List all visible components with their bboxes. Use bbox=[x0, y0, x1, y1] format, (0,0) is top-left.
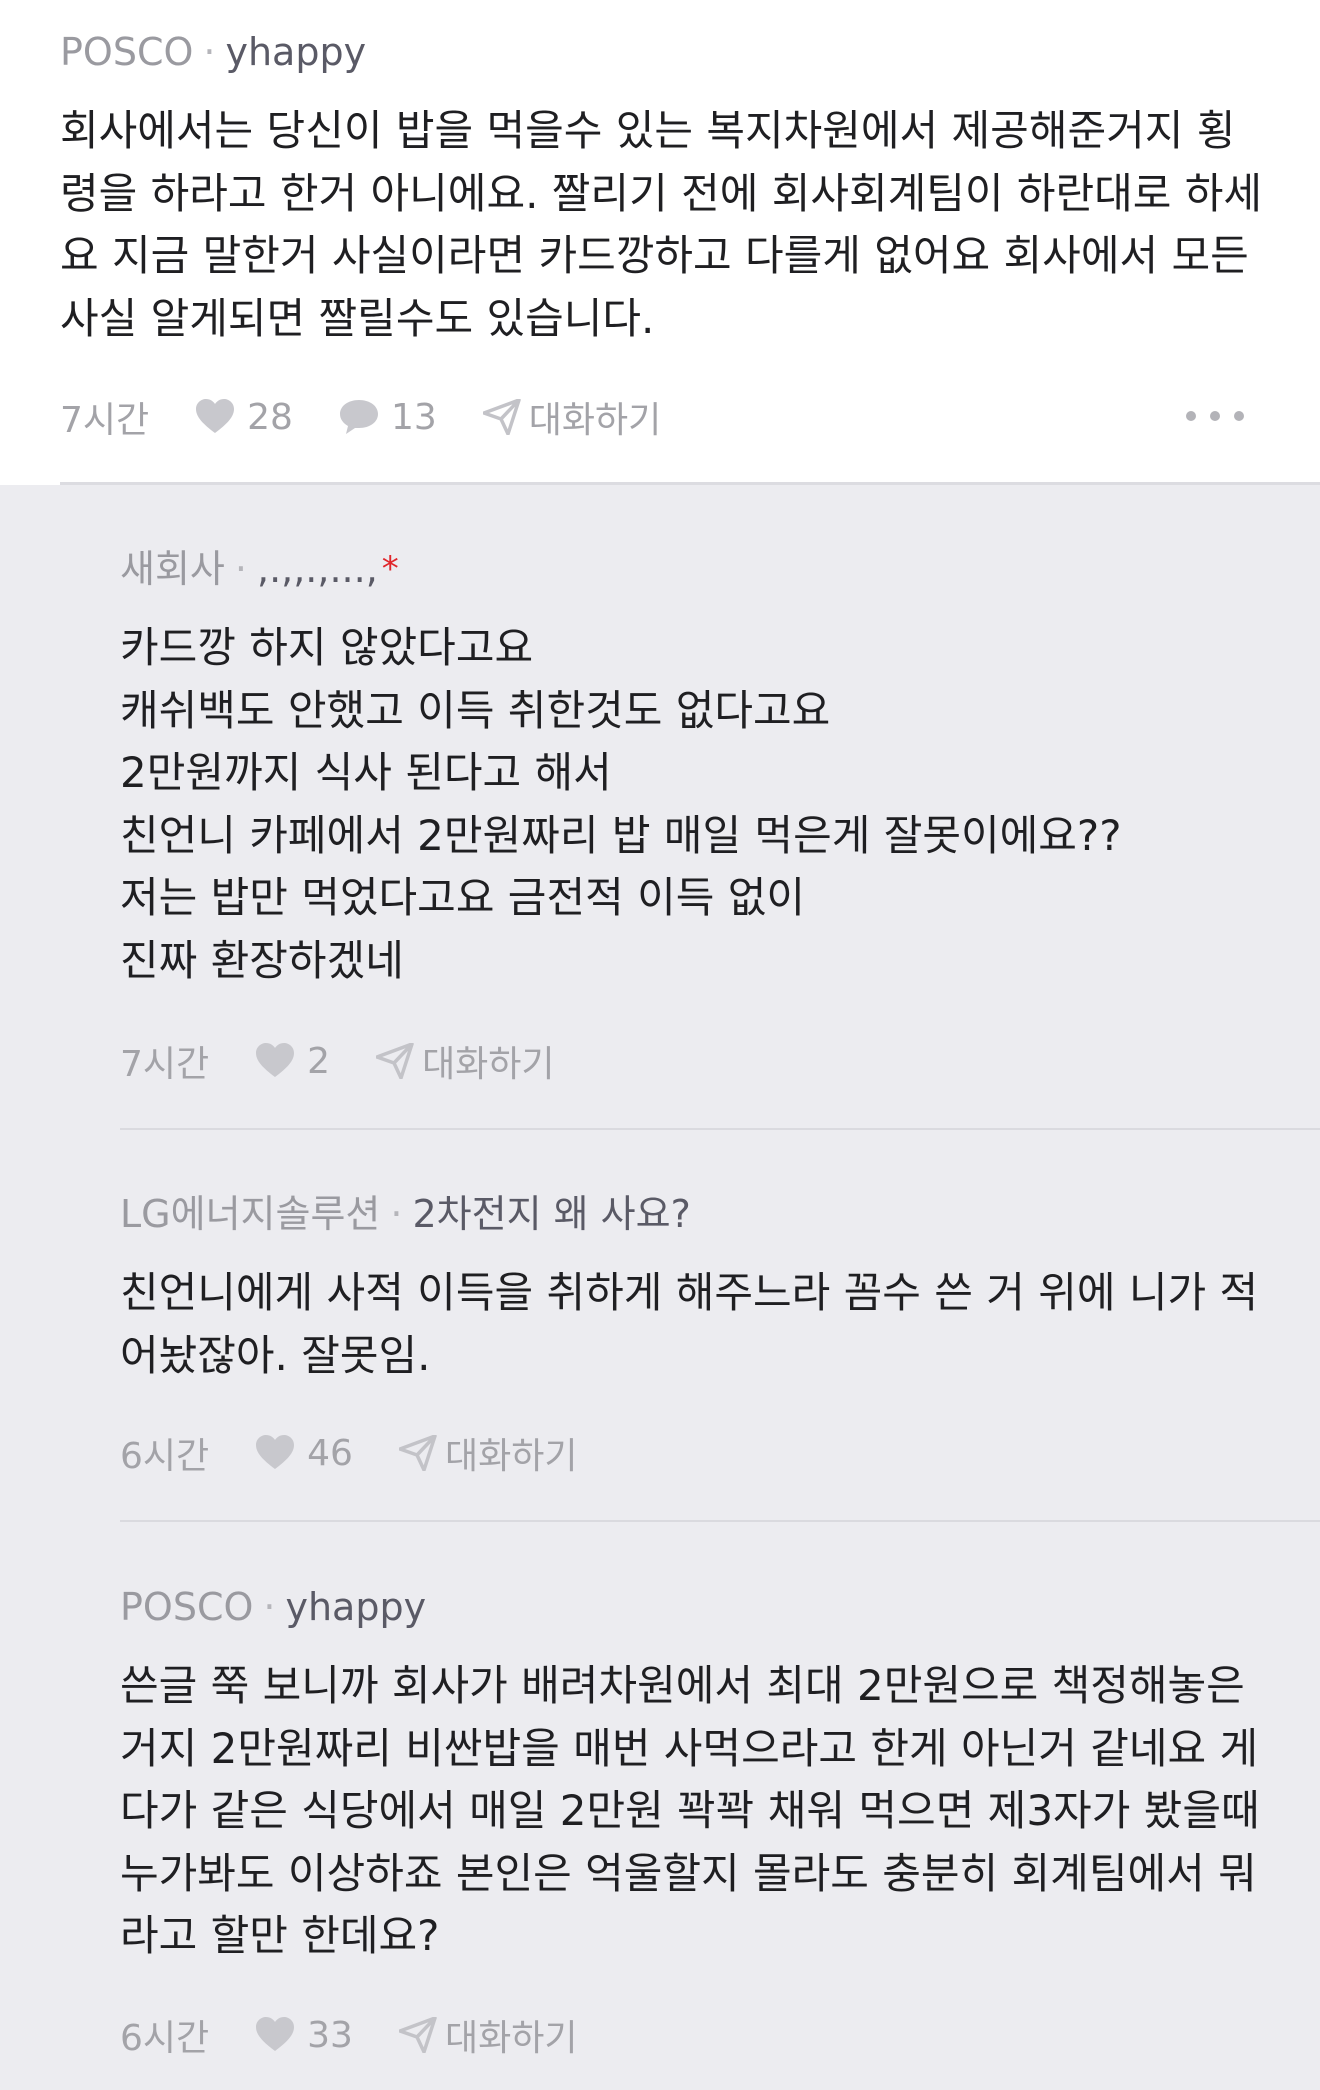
like-button[interactable]: 46 bbox=[255, 1433, 353, 1474]
reply-button[interactable]: 대화하기 bbox=[376, 1035, 555, 1087]
comment-actions: 6시간 46 대화하기 bbox=[120, 1428, 577, 1478]
paper-plane-icon bbox=[376, 1043, 414, 1079]
more-options-button[interactable] bbox=[1186, 396, 1244, 436]
like-count: 28 bbox=[247, 396, 293, 438]
like-count: 2 bbox=[307, 1040, 331, 1082]
author-marker: * bbox=[381, 549, 399, 589]
paper-plane-icon bbox=[398, 1435, 437, 1471]
comment-body: 쓴글 쭉 보니까 회사가 배려차원에서 최대 2만원으로 책정해놓은 거지 2만… bbox=[120, 1661, 1260, 1960]
more-horizontal-icon bbox=[1186, 411, 1196, 421]
nickname: ,.,,.,..., bbox=[256, 547, 378, 591]
comment-author[interactable]: POSCO · yhappy bbox=[120, 1582, 426, 1632]
reply-button[interactable]: 대화하기 bbox=[398, 1427, 578, 1479]
reply-label: 대화하기 bbox=[444, 2018, 578, 2059]
reply-label: 대화하기 bbox=[528, 400, 662, 441]
comment-body: 친언니에게 사적 이득을 취하게 해주느라 꼼수 쓴 거 위에 니가 적 어놨잖… bbox=[120, 1268, 1259, 1380]
company-name: LG에너지솔루션 bbox=[120, 1192, 381, 1236]
separator: · bbox=[234, 547, 247, 591]
heart-icon bbox=[196, 399, 235, 433]
reply-button[interactable]: 대화하기 bbox=[482, 391, 662, 443]
timestamp: 6시간 bbox=[120, 1436, 210, 1477]
like-button[interactable]: 33 bbox=[255, 2015, 353, 2056]
timestamp: 6시간 bbox=[120, 2018, 210, 2059]
comment-author[interactable]: POSCO · yhappy bbox=[60, 27, 366, 77]
reply-button[interactable]: 대화하기 bbox=[398, 2009, 578, 2061]
divider bbox=[120, 1128, 1320, 1130]
nickname: 2차전지 왜 사요? bbox=[412, 1192, 691, 1236]
comment-count: 13 bbox=[390, 396, 437, 438]
company-name: 새회사 bbox=[120, 547, 225, 591]
separator: · bbox=[390, 1192, 403, 1236]
comment-author[interactable]: LG에너지솔루션 · 2차전지 왜 사요? bbox=[120, 1189, 691, 1239]
company-name: POSCO bbox=[60, 30, 194, 74]
separator: · bbox=[203, 30, 216, 74]
divider bbox=[120, 1520, 1320, 1522]
like-count: 46 bbox=[307, 1432, 353, 1474]
comment-author[interactable]: 새회사 ·,.,,.,..., * bbox=[120, 544, 399, 594]
heart-icon bbox=[256, 2017, 295, 2051]
heart-icon bbox=[256, 1435, 295, 1469]
comment-count-button[interactable]: 13 bbox=[339, 397, 437, 438]
comment-actions: 6시간 33 대화하기 bbox=[120, 2010, 577, 2060]
speech-bubble-icon bbox=[339, 400, 378, 434]
like-button[interactable]: 2 bbox=[255, 1041, 330, 1082]
like-count: 33 bbox=[307, 2014, 353, 2056]
comment-actions: 7시간 28 13 대화하기 bbox=[60, 392, 661, 442]
reply-label: 대화하기 bbox=[444, 1436, 578, 1477]
paper-plane-icon bbox=[398, 2017, 437, 2053]
top-comment: POSCO · yhappy 회사에서는 당신이 밥을 먹을수 있는 복지차원에서 … bbox=[0, 0, 1320, 485]
company-name: POSCO bbox=[120, 1585, 254, 1629]
like-button[interactable]: 28 bbox=[195, 397, 293, 438]
heart-icon bbox=[256, 1043, 295, 1077]
timestamp: 7시간 bbox=[120, 1044, 210, 1085]
separator: · bbox=[263, 1585, 276, 1629]
comment-actions: 7시간 2 대화하기 bbox=[120, 1036, 555, 1086]
comment-body: 카드깡 하지 않았다고요 캐쉬백도 안했고 이득 취한것도 없다고요 2만원까지… bbox=[120, 623, 1122, 985]
timestamp: 7시간 bbox=[60, 400, 150, 441]
reply-label: 대화하기 bbox=[422, 1044, 555, 1085]
divider bbox=[60, 482, 1320, 485]
nickname: yhappy bbox=[225, 30, 367, 74]
comment-body: 회사에서는 당신이 밥을 먹을수 있는 복지차원에서 제공해준거지 횡 령을 하… bbox=[60, 106, 1263, 343]
nickname: yhappy bbox=[285, 1585, 427, 1629]
paper-plane-icon bbox=[482, 399, 521, 435]
